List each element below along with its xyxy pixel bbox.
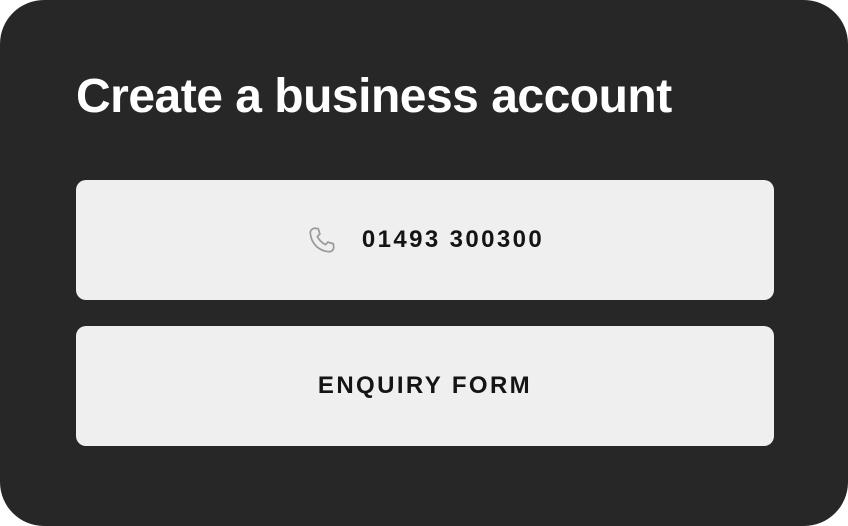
- phone-button[interactable]: 01493 300300: [76, 180, 774, 300]
- phone-icon: [306, 224, 338, 256]
- enquiry-form-button[interactable]: ENQUIRY FORM: [76, 326, 774, 446]
- panel-title: Create a business account: [76, 70, 672, 123]
- business-account-panel: Create a business account 01493 300300 E…: [0, 0, 848, 526]
- enquiry-form-label: ENQUIRY FORM: [317, 372, 533, 399]
- phone-number-label: 01493 300300: [361, 226, 545, 253]
